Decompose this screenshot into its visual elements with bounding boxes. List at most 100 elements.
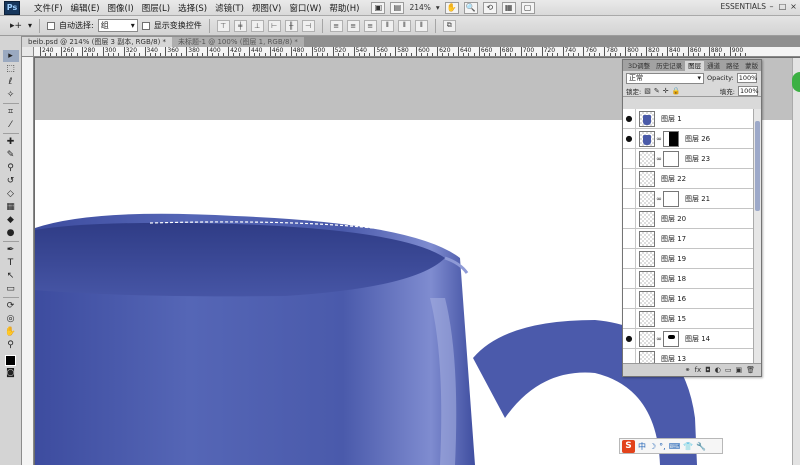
- sogou-logo-icon[interactable]: S: [622, 439, 635, 453]
- show-transform-checkbox[interactable]: [141, 21, 150, 30]
- lock-position-icon[interactable]: ✛: [663, 87, 669, 95]
- layer-row[interactable]: ● 图层 22: [623, 168, 754, 189]
- history-brush-tool-icon[interactable]: ↺: [3, 175, 19, 187]
- visibility-eye-icon[interactable]: ●: [623, 248, 636, 269]
- move-tool-preset-icon[interactable]: ▸+: [8, 20, 24, 32]
- layer-row[interactable]: ● 图层 18: [623, 268, 754, 289]
- layer-row[interactable]: ● 图层 19: [623, 248, 754, 269]
- blend-mode-dropdown[interactable]: 正常 ▾: [626, 72, 704, 84]
- ruler-origin[interactable]: [22, 47, 34, 57]
- menu-item-5[interactable]: 滤镜(T): [211, 2, 248, 14]
- align-middle-icon[interactable]: ╪: [233, 19, 247, 32]
- vertical-ruler[interactable]: [22, 47, 34, 465]
- visibility-eye-icon[interactable]: ●: [623, 308, 636, 329]
- layer-thumbnail[interactable]: [639, 310, 655, 327]
- ime-item[interactable]: ☽: [649, 442, 656, 451]
- layer-row[interactable]: ● ∞ 图层 14: [623, 328, 754, 349]
- layers-panel-tab[interactable]: 图层: [685, 61, 705, 71]
- auto-select-checkbox[interactable]: [47, 21, 56, 30]
- layer-thumbnail[interactable]: [639, 290, 655, 307]
- layer-row[interactable]: ● ∞ 图层 21: [623, 188, 754, 209]
- magic-wand-tool-icon[interactable]: ✧: [3, 89, 19, 101]
- layer-row[interactable]: ● 图层 15: [623, 308, 754, 329]
- layer-row[interactable]: ● 图层 17: [623, 228, 754, 249]
- align-center-icon[interactable]: ╫: [284, 19, 298, 32]
- layers-panel-tab[interactable]: 3D调整: [625, 61, 653, 71]
- layer-row[interactable]: ● ∞ 图层 26: [623, 128, 754, 149]
- layer-style-icon[interactable]: fx: [695, 366, 702, 374]
- zoom-tool-icon[interactable]: ⚲: [3, 339, 19, 351]
- rotate-view-icon[interactable]: ⟲: [482, 1, 497, 14]
- layer-row[interactable]: ● 图层 20: [623, 208, 754, 229]
- menu-item-4[interactable]: 选择(S): [174, 2, 211, 14]
- ime-item[interactable]: °,: [659, 442, 666, 451]
- auto-select-dropdown[interactable]: 组 ▾: [97, 19, 138, 32]
- arrange-documents-icon[interactable]: ▦: [501, 1, 516, 14]
- view-extras-icon[interactable]: ▤: [390, 1, 405, 14]
- lock-transparency-icon[interactable]: ▧: [644, 87, 651, 95]
- visibility-eye-icon[interactable]: ●: [623, 288, 636, 309]
- visibility-eye-icon[interactable]: ●: [623, 268, 636, 289]
- distribute-center-icon[interactable]: ⦀: [397, 19, 411, 32]
- foreground-color-swatch[interactable]: [5, 355, 16, 366]
- link-chain-icon[interactable]: ∞: [656, 135, 662, 143]
- quick-mask-icon[interactable]: ◙: [3, 367, 19, 379]
- layers-panel-tab[interactable]: 路径: [723, 61, 742, 71]
- layer-thumbnail[interactable]: [639, 190, 655, 207]
- visibility-eye-icon[interactable]: ●: [623, 208, 636, 229]
- visibility-eye-icon[interactable]: ●: [623, 188, 636, 209]
- distribute-right-icon[interactable]: ⦀: [414, 19, 428, 32]
- distribute-bottom-icon[interactable]: ≡: [363, 19, 377, 32]
- ime-item[interactable]: 👕: [683, 442, 693, 451]
- add-mask-icon[interactable]: ◘: [705, 366, 711, 374]
- layer-thumbnail[interactable]: [639, 250, 655, 267]
- new-group-icon[interactable]: ▭: [725, 366, 732, 374]
- link-chain-icon[interactable]: ∞: [656, 155, 662, 163]
- menu-item-0[interactable]: 文件(F): [30, 2, 67, 14]
- visibility-eye-icon[interactable]: ●: [623, 128, 636, 149]
- visibility-eye-icon[interactable]: ●: [623, 348, 636, 364]
- 3d-orbit-tool-icon[interactable]: ◎: [3, 313, 19, 325]
- layer-thumbnail[interactable]: [639, 230, 655, 247]
- distribute-left-icon[interactable]: ⦀: [380, 19, 394, 32]
- visibility-eye-icon[interactable]: ●: [623, 328, 636, 349]
- align-top-icon[interactable]: ⊤: [216, 19, 230, 32]
- bridge-icon[interactable]: ▣: [371, 1, 386, 14]
- adjustment-layer-icon[interactable]: ◐: [715, 366, 721, 374]
- layers-panel-tab[interactable]: 蒙版: [742, 61, 761, 71]
- layer-thumbnail[interactable]: [639, 110, 655, 127]
- clone-stamp-tool-icon[interactable]: ⚲: [3, 162, 19, 174]
- layer-thumbnail[interactable]: [639, 350, 655, 364]
- dodge-tool-icon[interactable]: ●: [3, 227, 19, 239]
- link-layers-icon[interactable]: ⚭: [685, 366, 691, 374]
- layer-thumbnail[interactable]: [639, 130, 655, 147]
- move-tool-icon[interactable]: ▸: [2, 50, 19, 62]
- zoom-tool-icon[interactable]: 🔍: [463, 1, 478, 14]
- layer-row[interactable]: ● ∞ 图层 23: [623, 148, 754, 169]
- menu-item-7[interactable]: 窗口(W): [285, 2, 325, 14]
- layer-thumbnail[interactable]: [639, 270, 655, 287]
- visibility-eye-icon[interactable]: ●: [623, 148, 636, 169]
- menu-item-6[interactable]: 视图(V): [248, 2, 285, 14]
- chevron-down-icon[interactable]: ▾: [436, 3, 440, 12]
- brush-tool-icon[interactable]: ✎: [3, 149, 19, 161]
- hand-tool-icon[interactable]: ✋: [3, 326, 19, 338]
- marquee-tool-icon[interactable]: ⬚: [3, 63, 19, 75]
- distribute-middle-icon[interactable]: ≡: [346, 19, 360, 32]
- align-left-icon[interactable]: ⊢: [267, 19, 281, 32]
- opacity-field[interactable]: 100%: [736, 73, 757, 83]
- crop-tool-icon[interactable]: ⌗: [3, 106, 19, 118]
- layers-scrollbar[interactable]: [753, 109, 761, 364]
- distribute-top-icon[interactable]: ≡: [329, 19, 343, 32]
- visibility-eye-icon[interactable]: ●: [623, 109, 636, 129]
- layers-panel-tab[interactable]: 历史记录: [653, 61, 685, 71]
- pen-tool-icon[interactable]: ✒: [3, 244, 19, 256]
- layer-mask-thumbnail[interactable]: [663, 130, 679, 147]
- layer-row[interactable]: ● 图层 1: [623, 109, 754, 129]
- lock-pixels-icon[interactable]: ✎: [654, 87, 660, 95]
- zoom-level-dropdown[interactable]: 214%: [409, 3, 430, 12]
- shape-tool-icon[interactable]: ▭: [3, 283, 19, 295]
- menu-item-8[interactable]: 帮助(H): [325, 2, 363, 14]
- layer-row[interactable]: ● 图层 16: [623, 288, 754, 309]
- menu-item-2[interactable]: 图像(I): [104, 2, 138, 14]
